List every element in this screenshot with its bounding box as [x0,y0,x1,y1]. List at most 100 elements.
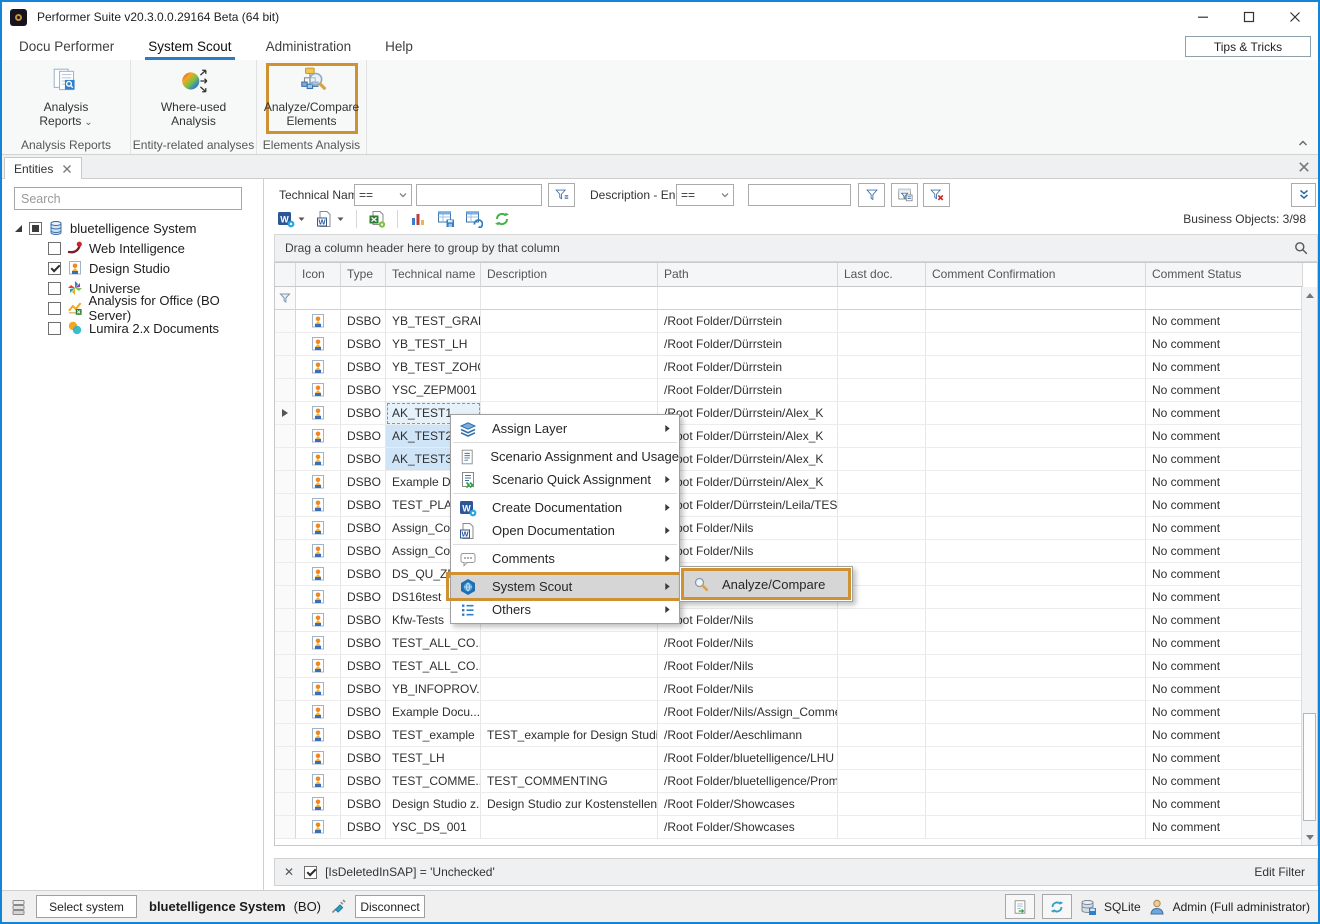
cell-description[interactable] [481,333,658,356]
cell-comment-status[interactable]: No comment [1146,333,1303,356]
cell-last-doc[interactable] [838,793,926,816]
row-indicator-cell[interactable] [275,333,296,356]
tree-item-web-intelligence[interactable]: Web Intelligence [2,238,261,258]
cell-path[interactable]: /Root Folder/Showcases [658,793,838,816]
cell-type[interactable]: DSBO [341,747,386,770]
toolbar-grid-save-button[interactable] [434,208,458,230]
cell-last-doc[interactable] [838,609,926,632]
cell-last-doc[interactable] [838,494,926,517]
context-menu-item-scenario-assignment-and-usage[interactable]: Scenario Assignment and Usage [451,445,679,468]
panel-close-icon[interactable] [1298,161,1310,173]
cell-icon[interactable] [296,586,341,609]
cell-comment-confirmation[interactable] [926,747,1146,770]
cell-comment-confirmation[interactable] [926,356,1146,379]
cell-comment-status[interactable]: No comment [1146,540,1303,563]
scroll-up-button[interactable] [1302,287,1317,303]
tree-checkbox-lumira-2-x-documents[interactable] [48,322,61,335]
cell-technical-name[interactable]: TEST_ALL_CO... [386,655,481,678]
cell-last-doc[interactable] [838,379,926,402]
tree-checkbox-universe[interactable] [48,282,61,295]
cell-comment-status[interactable]: No comment [1146,402,1303,425]
cell-comment-status[interactable]: No comment [1146,678,1303,701]
toolbar-excel-export-button[interactable] [365,208,389,230]
cell-technical-name[interactable]: YB_TEST_GRAPH [386,310,481,333]
toolbar-word-open-button[interactable]: W [313,208,348,230]
cell-path[interactable]: /Root Folder/Dürrstein/Alex_K [658,448,838,471]
filter-cell[interactable] [658,287,838,310]
cell-comment-status[interactable]: No comment [1146,655,1303,678]
cell-icon[interactable] [296,678,341,701]
cell-type[interactable]: DSBO [341,540,386,563]
cell-technical-name[interactable]: YSC_DS_001 [386,816,481,839]
filter-cell[interactable] [481,287,658,310]
cell-comment-confirmation[interactable] [926,563,1146,586]
cell-path[interactable]: /Root Folder/Dürrstein/Alex_K [658,402,838,425]
cell-icon[interactable] [296,632,341,655]
disconnect-button[interactable]: Disconnect [355,895,425,918]
toolbar-grid-refresh-button[interactable] [462,208,486,230]
toolbar-word-create-button[interactable]: W [274,208,309,230]
cell-type[interactable]: DSBO [341,563,386,586]
cell-type[interactable]: DSBO [341,517,386,540]
cell-type[interactable]: DSBO [341,494,386,517]
cell-icon[interactable] [296,448,341,471]
cell-technical-name[interactable]: Example Docu... [386,701,481,724]
row-indicator-cell[interactable] [275,425,296,448]
cell-type[interactable]: DSBO [341,770,386,793]
cell-type[interactable]: DSBO [341,379,386,402]
cell-comment-status[interactable]: No comment [1146,471,1303,494]
cell-type[interactable]: DSBO [341,402,386,425]
cell-last-doc[interactable] [838,770,926,793]
scrollbar-thumb[interactable] [1303,713,1316,821]
tips-and-tricks-button[interactable]: Tips & Tricks [1185,36,1311,57]
cell-type[interactable]: DSBO [341,655,386,678]
menu-tab-help[interactable]: Help [368,32,430,60]
tab-entities[interactable]: Entities [4,157,82,179]
cell-icon[interactable] [296,379,341,402]
cell-comment-status[interactable]: No comment [1146,609,1303,632]
cell-last-doc[interactable] [838,540,926,563]
row-indicator-cell[interactable] [275,816,296,839]
cell-comment-status[interactable]: No comment [1146,563,1303,586]
cell-icon[interactable] [296,425,341,448]
filter-cell[interactable] [926,287,1146,310]
context-menu-item-system-scout[interactable]: System Scout [451,575,679,598]
cell-icon[interactable] [296,793,341,816]
report-button[interactable] [1005,894,1035,919]
cell-icon[interactable] [296,724,341,747]
cell-technical-name[interactable]: YB_TEST_ZOHO [386,356,481,379]
cell-comment-confirmation[interactable] [926,678,1146,701]
cell-comment-confirmation[interactable] [926,333,1146,356]
ribbon-collapse-button[interactable] [1296,137,1310,149]
cell-comment-status[interactable]: No comment [1146,448,1303,471]
tree-expander-icon[interactable] [15,225,22,232]
tree-item-design-studio[interactable]: Design Studio [2,258,261,278]
scroll-down-button[interactable] [1302,829,1317,845]
column-header-description[interactable]: Description [481,263,658,287]
cell-type[interactable]: DSBO [341,586,386,609]
cell-last-doc[interactable] [838,517,926,540]
row-indicator-cell[interactable] [275,517,296,540]
cell-last-doc[interactable] [838,425,926,448]
cell-description[interactable] [481,655,658,678]
column-header-last-doc[interactable]: Last doc. [838,263,926,287]
cell-technical-name[interactable]: YB_INFOPROV... [386,678,481,701]
cell-last-doc[interactable] [838,747,926,770]
row-indicator-cell[interactable] [275,724,296,747]
dropdown-arrow-icon[interactable] [297,215,306,223]
cell-comment-confirmation[interactable] [926,402,1146,425]
cell-comment-status[interactable]: No comment [1146,310,1303,333]
cell-comment-status[interactable]: No comment [1146,816,1303,839]
cell-path[interactable]: /Root Folder/Nils [658,540,838,563]
cell-comment-status[interactable]: No comment [1146,517,1303,540]
context-menu-item-others[interactable]: Others [451,598,679,621]
cell-path[interactable]: /Root Folder/Dürrstein [658,356,838,379]
cell-comment-confirmation[interactable] [926,770,1146,793]
remove-filter-icon[interactable]: ✕ [284,865,294,879]
cell-technical-name[interactable]: YSC_ZEPM001 [386,379,481,402]
submenu-item-analyze-compare[interactable]: Analyze/Compare [683,570,849,598]
ribbon-button-analyze-compare-elements[interactable]: Analyze/CompareElements [266,63,358,134]
search-icon[interactable] [1293,240,1309,256]
cell-path[interactable]: /Root Folder/Dürrstein/Leila/TEST ... [658,494,838,517]
cell-icon[interactable] [296,356,341,379]
